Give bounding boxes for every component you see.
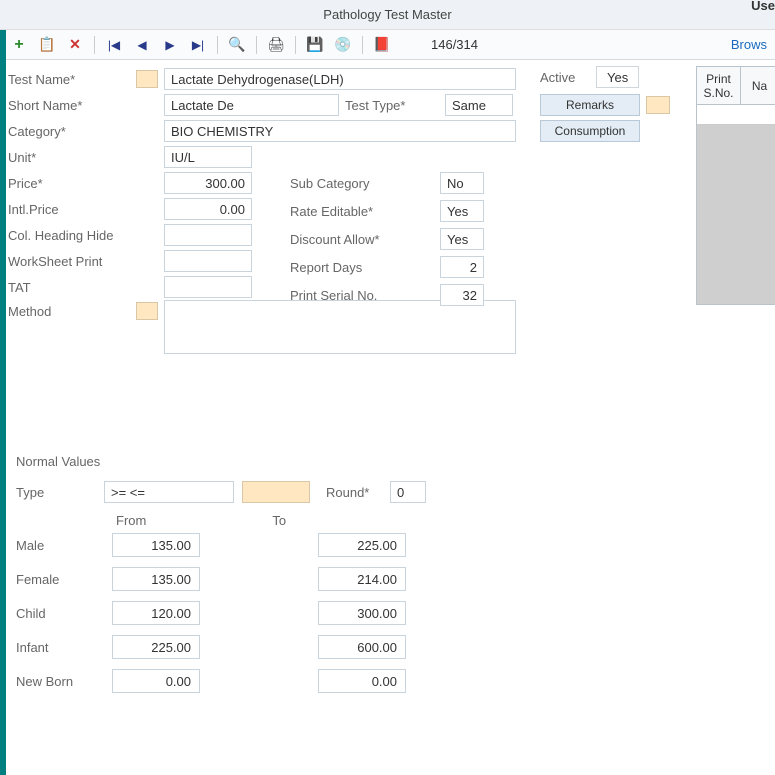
nv-to-input[interactable]: 300.00 [318,601,406,625]
report-days-label: Report Days [290,260,440,275]
price-label: Price* [8,176,136,191]
method-input[interactable] [164,300,516,354]
nv-label: Infant [16,640,112,655]
test-type-input[interactable]: Same [445,94,513,116]
round-input[interactable]: 0 [390,481,426,503]
sub-category-label: Sub Category [290,176,440,191]
rate-editable-input[interactable]: Yes [440,200,484,222]
toolbar: + 📋 ✕ |◀ ◀ ▶ ▶| 🔍 🖨 💾 💿 📕 146/314 Brows [0,30,775,60]
unit-label: Unit* [8,150,136,165]
nv-to-input[interactable]: 0.00 [318,669,406,693]
remarks-button[interactable]: Remarks [540,94,640,116]
separator [362,36,363,54]
method-chip[interactable] [136,302,158,320]
side-table-col-print-sno[interactable]: Print S.No. [697,67,741,105]
active-value[interactable]: Yes [596,66,639,88]
test-name-label: Test Name* [8,72,136,87]
method-label: Method [8,300,136,319]
last-record-icon[interactable]: ▶| [189,36,207,54]
print-serial-input[interactable]: 32 [440,284,484,306]
worksheet-label: WorkSheet Print [8,254,136,269]
price-input[interactable]: 300.00 [164,172,252,194]
normal-value-row: Child120.00 300.00 [16,596,426,630]
normal-value-row: Male135.00 225.00 [16,528,426,562]
remarks-chip[interactable] [646,96,670,114]
nv-from-input[interactable]: 0.00 [112,669,200,693]
type-input[interactable]: >= <= [104,481,234,503]
round-label: Round* [326,485,382,500]
book-icon[interactable]: 📕 [373,36,391,54]
category-input[interactable]: BIO CHEMISTRY [164,120,516,142]
prev-record-icon[interactable]: ◀ [133,36,151,54]
normal-value-row: Female135.00 214.00 [16,562,426,596]
separator [256,36,257,54]
table-row[interactable] [697,105,775,125]
tat-label: TAT [8,280,136,295]
nv-label: Child [16,606,112,621]
nv-label: Male [16,538,112,553]
type-chip[interactable] [242,481,310,503]
browse-link[interactable]: Brows [731,37,767,52]
nv-label: New Born [16,674,112,689]
category-label: Category* [8,124,136,139]
normal-value-row: New Born0.000.00 [16,664,426,698]
separator [295,36,296,54]
rate-editable-label: Rate Editable* [290,204,440,219]
nv-from-input[interactable]: 120.00 [112,601,200,625]
tat-input[interactable] [164,276,252,298]
window-title: Pathology Test Master [323,7,451,22]
first-record-icon[interactable]: |◀ [105,36,123,54]
separator [94,36,95,54]
consumption-button[interactable]: Consumption [540,120,640,142]
nv-to-input[interactable]: 214.00 [318,567,406,591]
test-name-chip[interactable] [136,70,158,88]
intl-price-label: Intl.Price [8,202,136,217]
add-icon[interactable]: + [10,36,28,54]
active-label: Active [540,70,596,85]
save-icon[interactable]: 💾 [306,36,324,54]
unit-input[interactable]: IU/L [164,146,252,168]
title-bar: Pathology Test Master Use [0,0,775,30]
sub-category-input[interactable]: No [440,172,484,194]
nv-label: Female [16,572,112,587]
nv-from-input[interactable]: 135.00 [112,533,200,557]
to-label: To [272,513,286,528]
nv-to-input[interactable]: 225.00 [318,533,406,557]
side-table-col-name[interactable]: Na [741,67,775,105]
print-icon[interactable]: 🖨 [267,36,285,54]
intl-price-input[interactable]: 0.00 [164,198,252,220]
side-table: Print S.No. Na [696,66,775,305]
copy-icon[interactable]: 📋 [38,36,56,54]
delete-icon[interactable]: ✕ [66,36,84,54]
col-heading-input[interactable] [164,224,252,246]
short-name-label: Short Name* [8,98,136,113]
short-name-input[interactable]: Lactate De [164,94,339,116]
record-counter: 146/314 [431,37,478,52]
col-heading-label: Col. Heading Hide [8,228,136,243]
separator [217,36,218,54]
from-label: From [116,513,146,528]
next-record-icon[interactable]: ▶ [161,36,179,54]
cancel-icon[interactable]: 💿 [334,36,352,54]
worksheet-input[interactable] [164,250,252,272]
normal-values-title: Normal Values [16,454,426,469]
user-label: Use [751,0,775,13]
test-type-label: Test Type* [345,98,445,113]
nv-from-input[interactable]: 135.00 [112,567,200,591]
nv-from-input[interactable]: 225.00 [112,635,200,659]
discount-allow-input[interactable]: Yes [440,228,484,250]
report-days-input[interactable]: 2 [440,256,484,278]
discount-allow-label: Discount Allow* [290,232,440,247]
print-serial-label: Print Serial No. [290,288,440,303]
side-table-body[interactable] [696,105,775,305]
test-name-input[interactable]: Lactate Dehydrogenase(LDH) [164,68,516,90]
search-icon[interactable]: 🔍 [228,36,246,54]
nv-to-input[interactable]: 600.00 [318,635,406,659]
normal-value-row: Infant225.00 600.00 [16,630,426,664]
type-label: Type [16,485,96,500]
